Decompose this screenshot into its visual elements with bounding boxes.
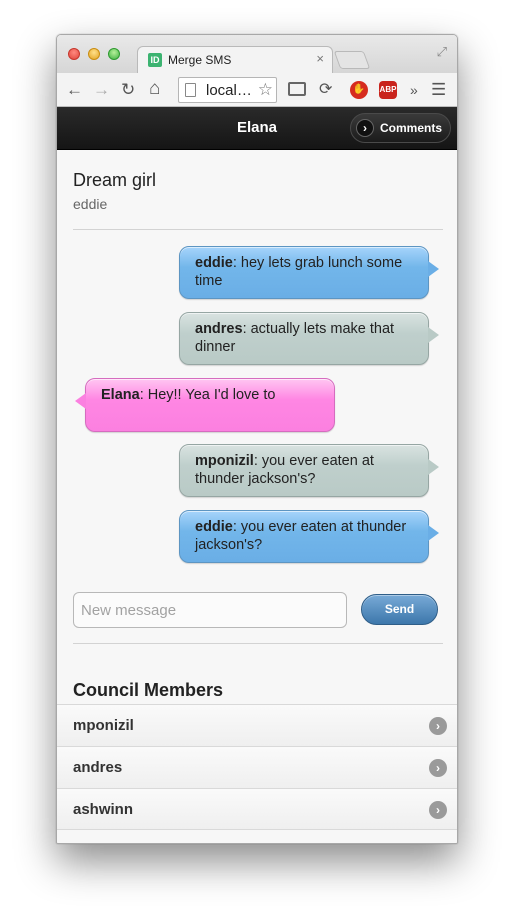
main-content: Dream girl eddie eddie: hey lets grab lu… bbox=[57, 150, 457, 843]
bookmark-star-icon[interactable]: ☆ bbox=[258, 80, 273, 100]
list-item[interactable]: mponizil › bbox=[57, 704, 457, 746]
divider bbox=[73, 229, 443, 230]
list-item[interactable]: andres › bbox=[57, 746, 457, 788]
message-sender: eddie bbox=[195, 519, 233, 535]
thread-owner: eddie bbox=[73, 196, 108, 212]
divider bbox=[73, 643, 443, 644]
comments-label: Comments bbox=[379, 121, 442, 135]
minimize-window-button[interactable] bbox=[88, 48, 100, 60]
address-bar[interactable]: local… ☆ bbox=[178, 77, 277, 103]
member-name: andres bbox=[73, 759, 123, 776]
chevron-right-icon: › bbox=[355, 119, 374, 137]
message-sender: andres bbox=[195, 321, 243, 337]
page-icon bbox=[185, 83, 196, 97]
cast-icon[interactable] bbox=[288, 82, 306, 96]
message-sender: mponizil bbox=[195, 453, 254, 469]
home-icon[interactable]: ⌂ bbox=[149, 79, 160, 99]
menu-icon[interactable]: ☰ bbox=[431, 80, 446, 100]
new-tab-button[interactable] bbox=[333, 51, 371, 69]
tab-title: Merge SMS bbox=[168, 53, 232, 67]
chevron-right-icon: › bbox=[429, 717, 447, 735]
member-name: ashwinn bbox=[73, 801, 134, 818]
message-sender: Elana bbox=[101, 387, 140, 403]
app-header: Elana › Comments bbox=[57, 107, 457, 150]
send-button[interactable]: Send bbox=[361, 594, 438, 625]
reload-icon[interactable]: ↻ bbox=[121, 80, 135, 100]
stop-extension-icon[interactable]: ✋ bbox=[350, 81, 368, 99]
list-item[interactable]: ashwinn › bbox=[57, 788, 457, 830]
sync-icon[interactable]: ⟳ bbox=[319, 80, 332, 100]
chevron-right-icon: › bbox=[429, 759, 447, 777]
favicon-icon: ID bbox=[148, 53, 162, 67]
browser-tab[interactable]: ID Merge SMS × bbox=[137, 46, 333, 73]
tab-close-icon[interactable]: × bbox=[316, 51, 324, 66]
comments-button[interactable]: › Comments bbox=[349, 113, 451, 143]
message-bubble: Elana: Hey!! Yea I'd love to bbox=[75, 378, 335, 432]
zoom-window-button[interactable] bbox=[108, 48, 120, 60]
member-name: mponizil bbox=[73, 717, 134, 734]
member-list: mponizil › andres › ashwinn › bbox=[57, 704, 457, 830]
message-bubble: eddie: you ever eaten at thunder jackson… bbox=[179, 510, 439, 563]
tab-strip: ID Merge SMS × ⤢ bbox=[57, 35, 457, 73]
back-arrow-icon[interactable]: ← bbox=[66, 80, 83, 100]
chevron-right-icon: › bbox=[429, 801, 447, 819]
message-bubble: eddie: hey lets grab lunch some time bbox=[179, 246, 439, 299]
message-bubble: andres: actually lets make that dinner bbox=[179, 312, 439, 365]
adblock-icon[interactable]: ABP bbox=[379, 81, 397, 99]
section-title: Council Members bbox=[73, 680, 224, 700]
browser-window: ID Merge SMS × ⤢ ← → ↻ ⌂ local… ☆ ⟳ ✋ AB… bbox=[56, 34, 458, 844]
new-message-input[interactable] bbox=[73, 592, 347, 628]
fullscreen-icon[interactable]: ⤢ bbox=[437, 44, 447, 60]
thread-name: Dream girl bbox=[73, 170, 157, 190]
url-text: local… bbox=[206, 82, 252, 99]
overflow-icon[interactable]: » bbox=[410, 80, 418, 100]
message-sender: eddie bbox=[195, 255, 233, 271]
message-bubble: mponizil: you ever eaten at thunder jack… bbox=[179, 444, 439, 497]
close-window-button[interactable] bbox=[68, 48, 80, 60]
message-text: : Hey!! Yea I'd love to bbox=[139, 387, 276, 403]
browser-toolbar: ← → ↻ ⌂ local… ☆ ⟳ ✋ ABP » ☰ bbox=[57, 73, 457, 107]
forward-arrow-icon[interactable]: → bbox=[93, 80, 110, 100]
